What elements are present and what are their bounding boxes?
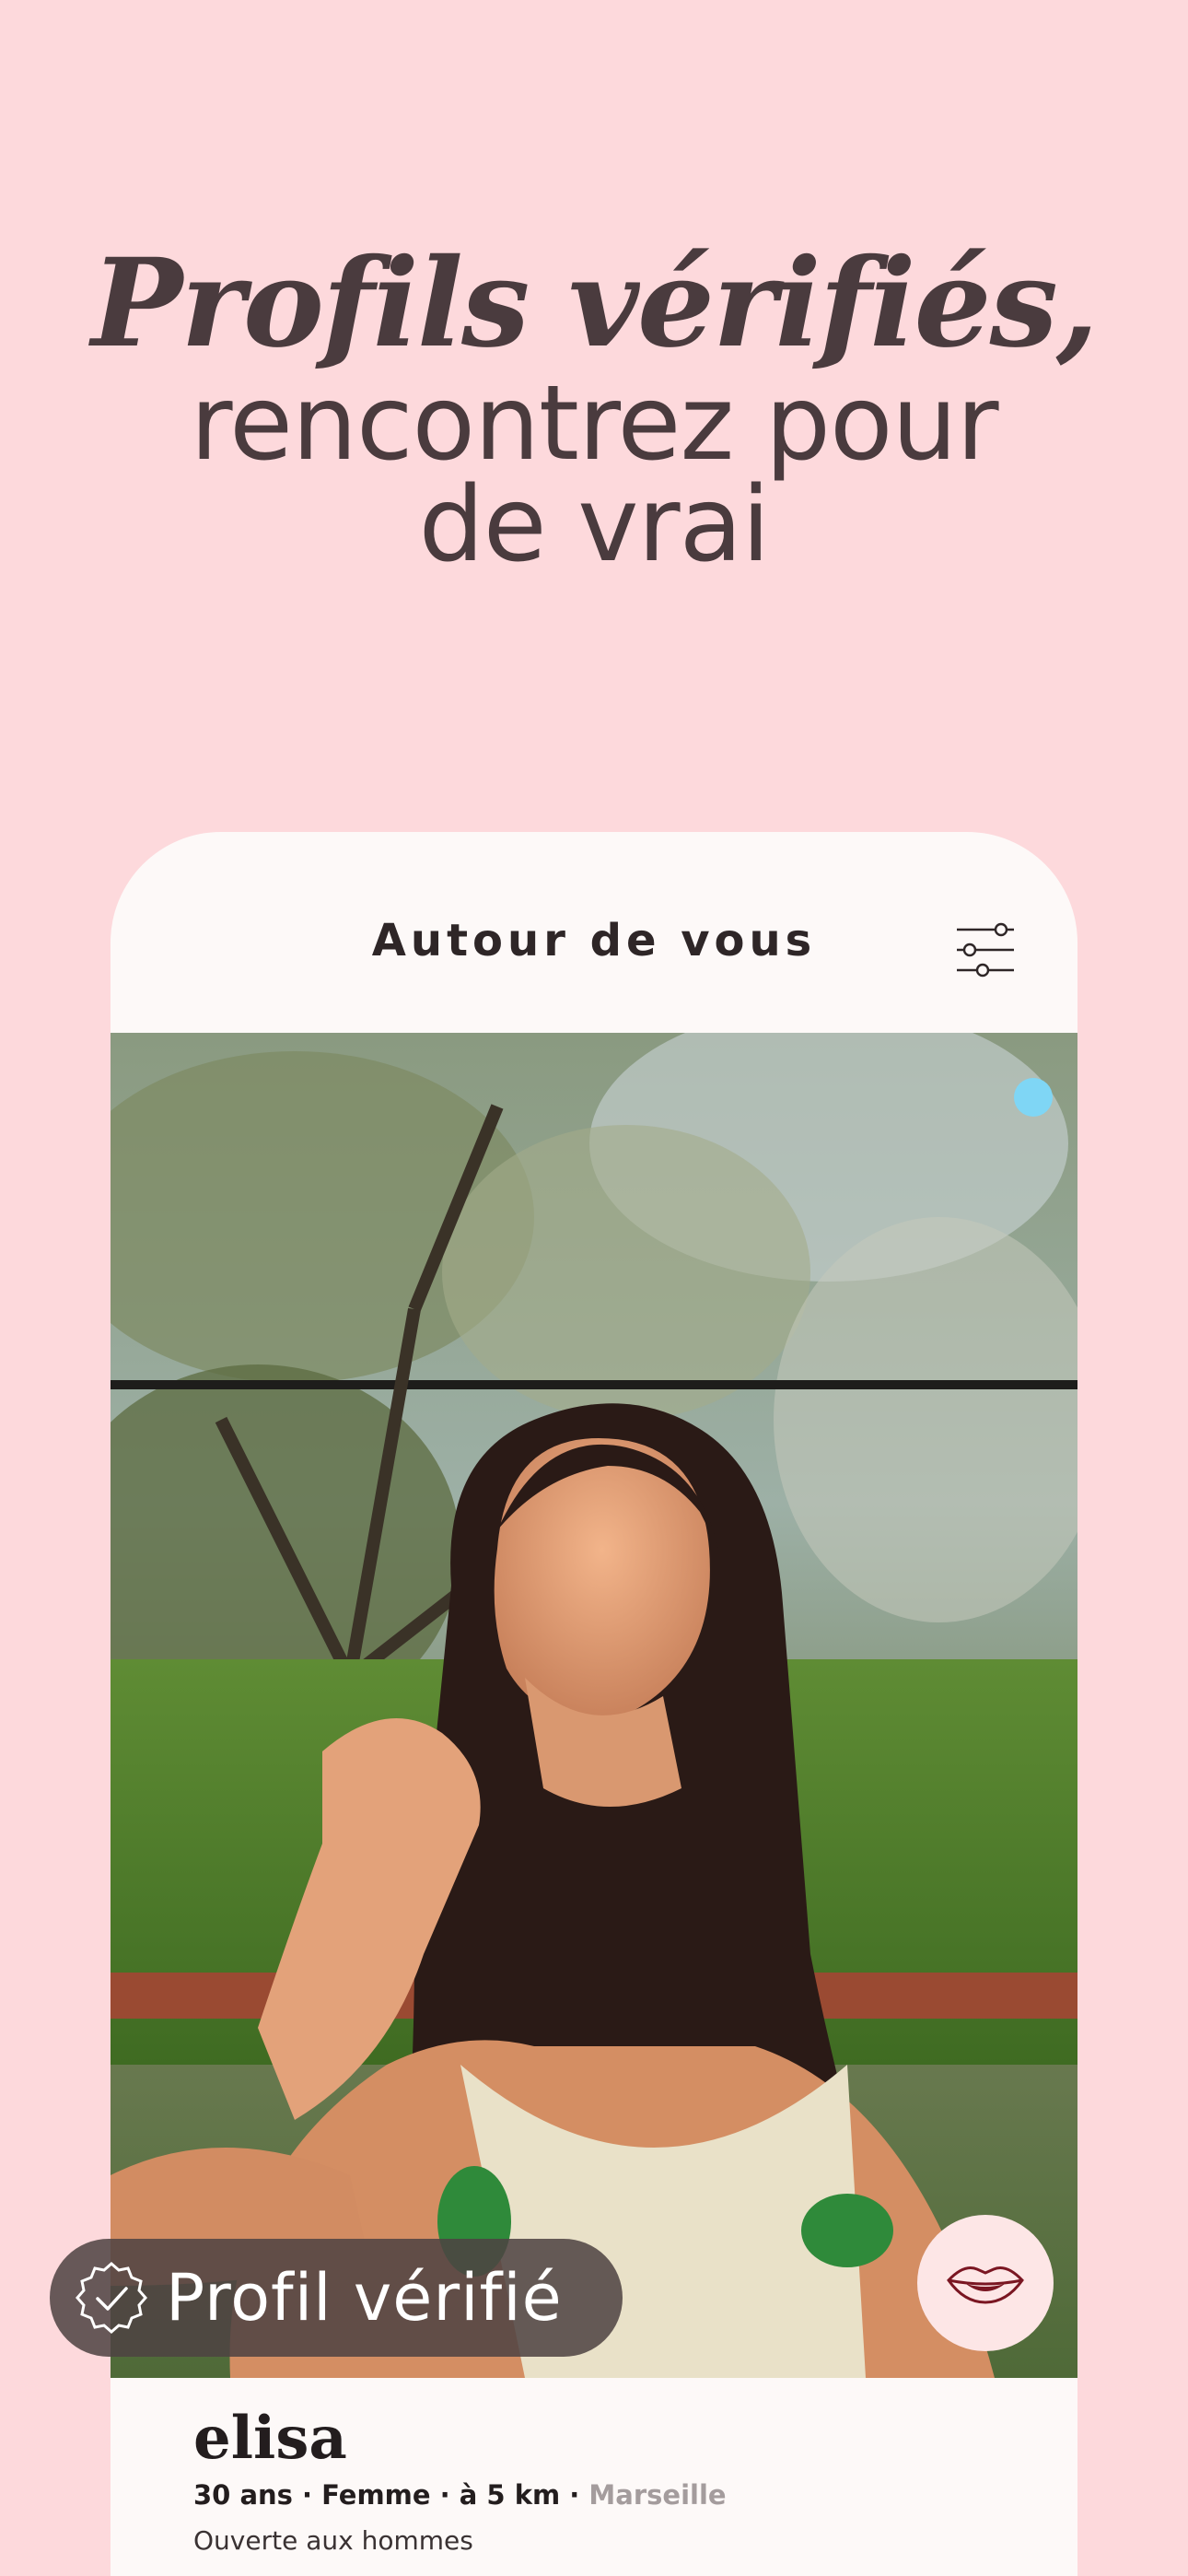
headline: Profils vérifiés, rencontrez pour de vra… xyxy=(0,232,1188,585)
lips-icon xyxy=(947,2266,1024,2304)
headline-line-2: rencontrez pour xyxy=(190,364,998,484)
profile-city: Marseille xyxy=(588,2479,727,2511)
profile-info: elisa 30 ans · Femme · à 5 km · Marseill… xyxy=(111,2378,1077,2576)
profile-details-text: 30 ans · Femme · à 5 km · xyxy=(193,2479,589,2511)
page-title: Autour de vous xyxy=(371,915,817,966)
profile-photo-image xyxy=(111,1033,1077,2378)
profile-photo[interactable] xyxy=(111,1033,1077,2378)
kiss-button[interactable] xyxy=(917,2215,1054,2351)
card-header: Autour de vous xyxy=(111,832,1077,1033)
filter-button[interactable] xyxy=(949,913,1022,987)
profile-name: elisa xyxy=(193,2404,347,2473)
verified-badge-label: Profil vérifié xyxy=(166,2260,563,2336)
verified-badge: Profil vérifié xyxy=(50,2239,623,2357)
profile-details: 30 ans · Femme · à 5 km · Marseille xyxy=(193,2479,727,2511)
sliders-icon xyxy=(957,922,1014,978)
headline-line-3: de vrai xyxy=(418,465,771,585)
profile-orientation: Ouverte aux hommes xyxy=(193,2525,473,2556)
verified-check-icon xyxy=(76,2262,147,2334)
headline-emphasis: Profils vérifiés, xyxy=(91,232,1099,375)
online-indicator xyxy=(1014,1078,1053,1117)
